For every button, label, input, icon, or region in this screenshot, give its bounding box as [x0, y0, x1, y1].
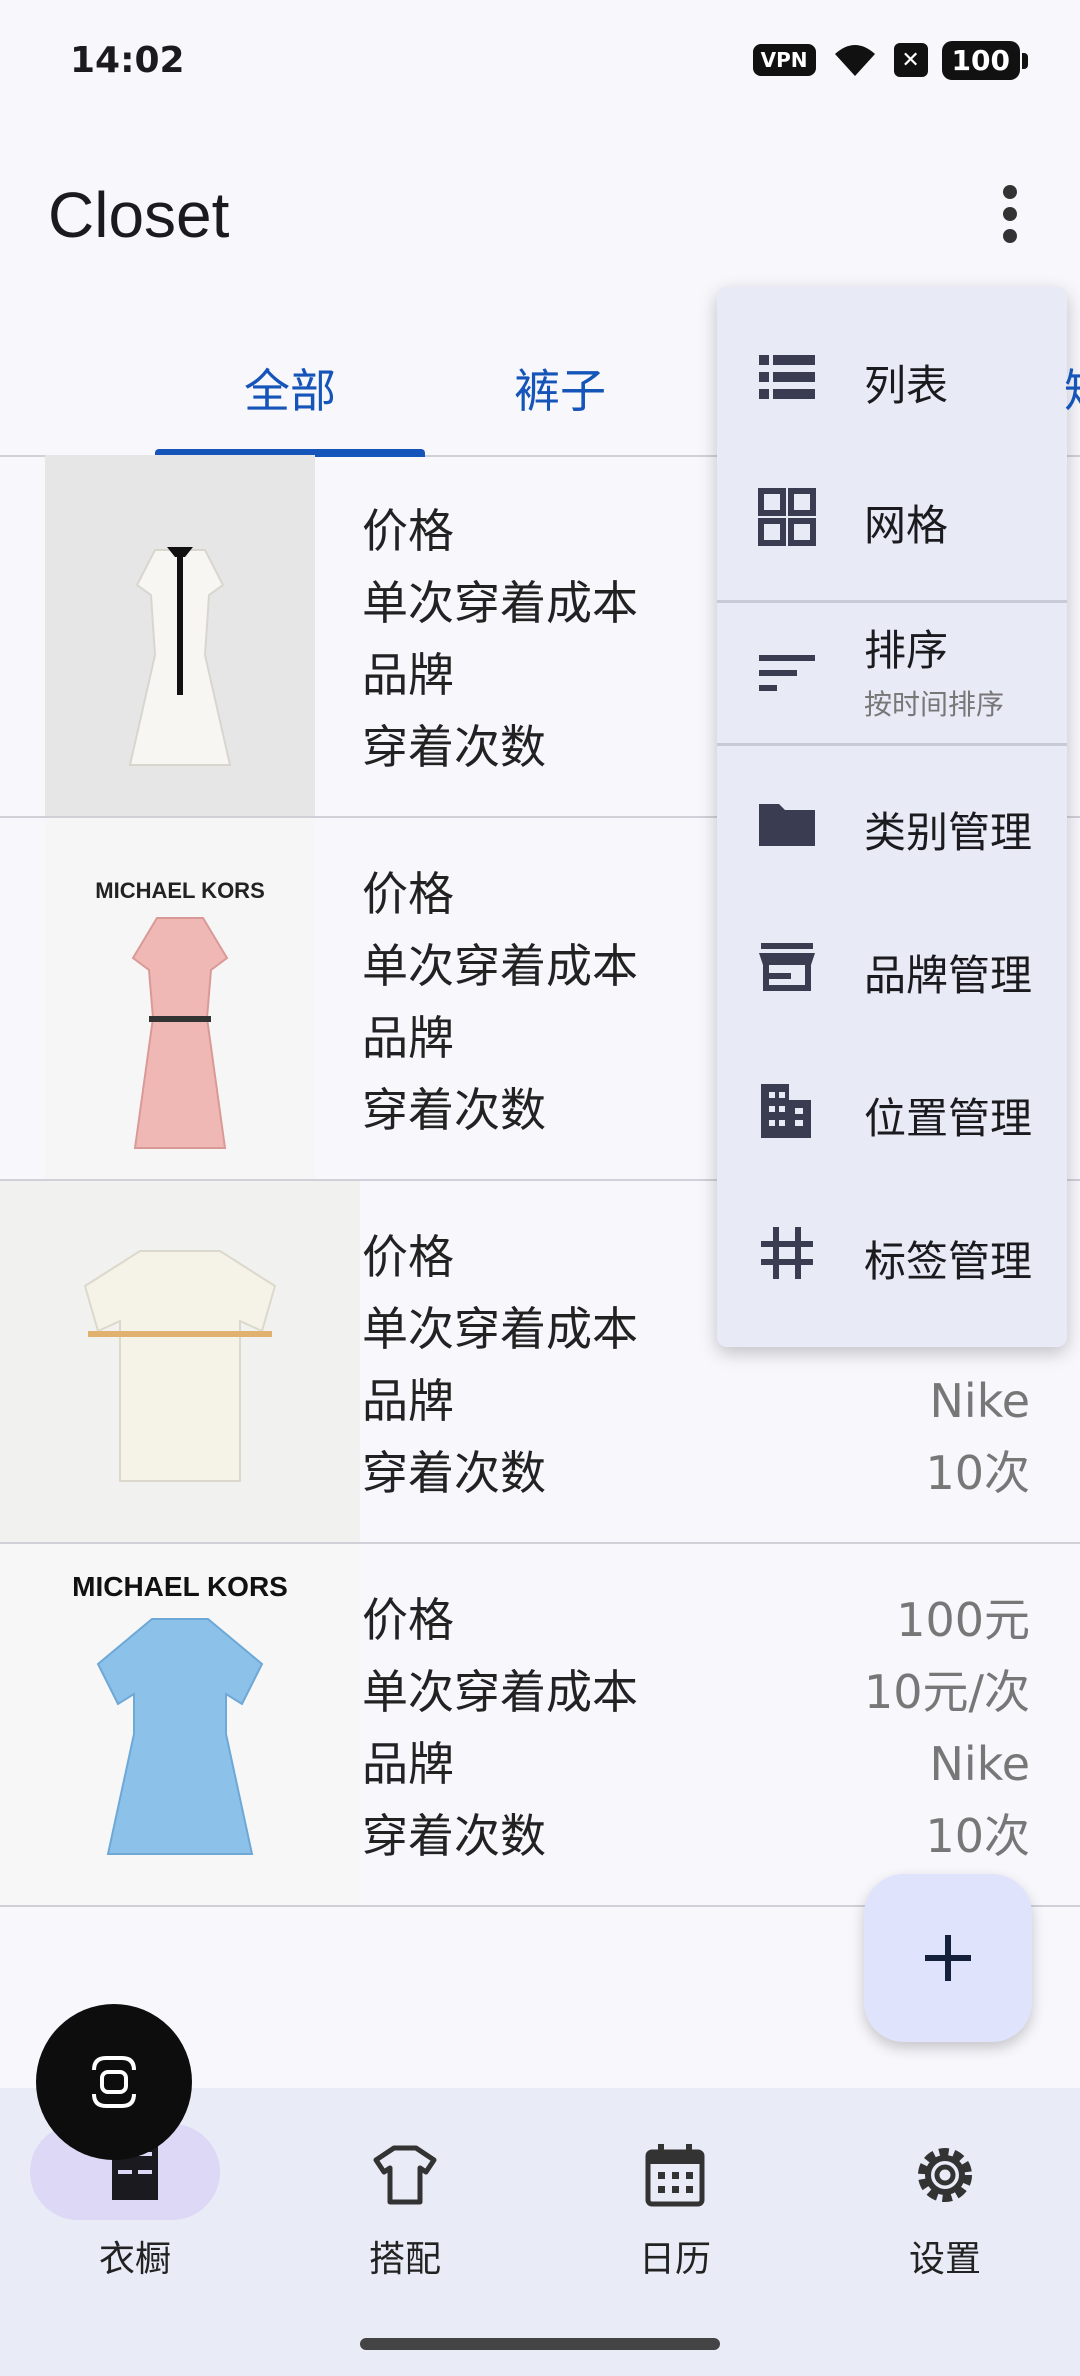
item-image-pink-dress: MICHAEL KORS	[45, 818, 315, 1179]
menu-item-brand-management[interactable]: 品牌管理	[717, 897, 1067, 1037]
tab-pants[interactable]: 裤子	[425, 320, 695, 455]
menu-divider	[717, 743, 1067, 746]
grid-icon	[758, 488, 816, 546]
tab-all[interactable]: 全部	[155, 320, 425, 455]
label-brand: 品牌	[362, 1011, 454, 1065]
list-icon	[759, 355, 815, 399]
label-price: 价格	[362, 1593, 454, 1647]
status-bar: 14:02 VPN ✕ 100	[0, 0, 1080, 128]
brand-logo-text: MICHAEL KORS	[72, 1571, 288, 1602]
tab-peek: 短	[1064, 355, 1080, 421]
hashtag-icon	[761, 1227, 813, 1279]
menu-sublabel-sort: 按时间排序	[864, 688, 1005, 721]
label-brand: 品牌	[362, 1737, 454, 1791]
vpn-icon: VPN	[752, 44, 816, 76]
menu-label-location-management: 位置管理	[864, 1094, 1033, 1143]
store-icon	[759, 943, 815, 991]
add-item-button[interactable]	[864, 1874, 1032, 2042]
item-labels: 价格 单次穿着成本 品牌 穿着次数	[362, 858, 638, 1146]
nav-item-outfits[interactable]: 搭配	[270, 2088, 540, 2288]
building-icon	[761, 1084, 811, 1138]
brand-logo-text: MICHAEL KORS	[95, 878, 265, 903]
value-wear-count: 10次	[925, 1446, 1030, 1500]
menu-label-brand-management: 品牌管理	[864, 951, 1033, 1000]
value-wear-count: 10次	[925, 1809, 1030, 1863]
wifi-icon	[834, 45, 875, 76]
nav-label-settings: 设置	[908, 2239, 981, 2280]
x-icon: ✕	[893, 43, 928, 77]
menu-label-list: 列表	[864, 361, 949, 410]
label-wear-count: 穿着次数	[362, 1446, 546, 1500]
item-image-white-dress	[45, 455, 315, 816]
menu-item-list[interactable]: 列表	[717, 307, 1067, 447]
label-cost-per-wear: 单次穿着成本	[362, 1665, 638, 1719]
nav-label-calendar: 日历	[638, 2239, 711, 2280]
item-values: 100元 10元/次 Nike 10次	[864, 1584, 1030, 1872]
calendar-icon	[645, 2144, 705, 2207]
overflow-menu: 列表 网格 排序 按时间排序 类别管理 品牌管理 位置管理 标签管理	[717, 287, 1067, 1347]
more-vert-icon	[1003, 185, 1017, 243]
floating-assist-button[interactable]	[36, 2004, 192, 2160]
menu-item-category-management[interactable]: 类别管理	[717, 754, 1067, 894]
label-cost-per-wear: 单次穿着成本	[362, 939, 638, 993]
status-time: 14:02	[70, 40, 185, 81]
nav-item-settings[interactable]: 设置	[810, 2088, 1080, 2288]
gear-icon	[918, 2148, 972, 2202]
menu-item-tag-management[interactable]: 标签管理	[717, 1183, 1067, 1323]
menu-item-grid[interactable]: 网格	[717, 447, 1067, 587]
label-wear-count: 穿着次数	[362, 1083, 546, 1137]
list-item[interactable]: MICHAEL KORS 价格 单次穿着成本 品牌 穿着次数 100元 10元/…	[0, 1544, 1080, 1907]
value-brand: Nike	[929, 1374, 1031, 1428]
label-price: 价格	[362, 867, 454, 921]
page-title: Closet	[48, 179, 230, 251]
nav-label-outfits: 搭配	[368, 2239, 441, 2280]
value-cost-per-wear: 10元/次	[863, 1665, 1030, 1719]
battery-icon: 100	[941, 40, 1029, 80]
more-options-button[interactable]	[970, 174, 1050, 254]
item-image-white-tshirt	[0, 1181, 360, 1542]
item-labels: 价格 单次穿着成本 品牌 穿着次数	[362, 1221, 638, 1509]
status-icons: VPN ✕ 100	[752, 40, 1029, 80]
menu-label-grid: 网格	[864, 501, 949, 550]
value-brand: Nike	[929, 1737, 1031, 1791]
label-brand: 品牌	[362, 648, 454, 702]
scan-frame-icon	[92, 2056, 136, 2108]
item-values: Nike 10次	[925, 1365, 1030, 1509]
item-labels: 价格 单次穿着成本 品牌 穿着次数	[362, 1584, 638, 1872]
folder-icon	[759, 804, 815, 846]
app-bar: Closet	[0, 160, 1080, 280]
label-price: 价格	[362, 1230, 454, 1284]
plus-icon	[925, 1935, 971, 1981]
label-brand: 品牌	[362, 1374, 454, 1428]
label-wear-count: 穿着次数	[362, 1809, 546, 1863]
nav-label-wardrobe: 衣橱	[98, 2239, 171, 2280]
label-wear-count: 穿着次数	[362, 720, 546, 774]
label-cost-per-wear: 单次穿着成本	[362, 576, 638, 630]
value-price: 100元	[896, 1593, 1030, 1647]
label-cost-per-wear: 单次穿着成本	[362, 1302, 638, 1356]
home-indicator[interactable]	[360, 2338, 720, 2350]
sort-icon	[759, 655, 815, 691]
tshirt-icon	[373, 2145, 437, 2205]
menu-label-category-management: 类别管理	[864, 808, 1033, 857]
menu-item-sort[interactable]: 排序 按时间排序	[717, 603, 1067, 743]
nav-item-calendar[interactable]: 日历	[540, 2088, 810, 2288]
item-image-blue-dress: MICHAEL KORS	[0, 1544, 360, 1905]
menu-item-location-management[interactable]: 位置管理	[717, 1040, 1067, 1180]
menu-label-tag-management: 标签管理	[864, 1237, 1033, 1286]
menu-label-sort: 排序	[864, 626, 949, 675]
label-price: 价格	[362, 504, 454, 558]
item-labels: 价格 单次穿着成本 品牌 穿着次数	[362, 495, 638, 783]
